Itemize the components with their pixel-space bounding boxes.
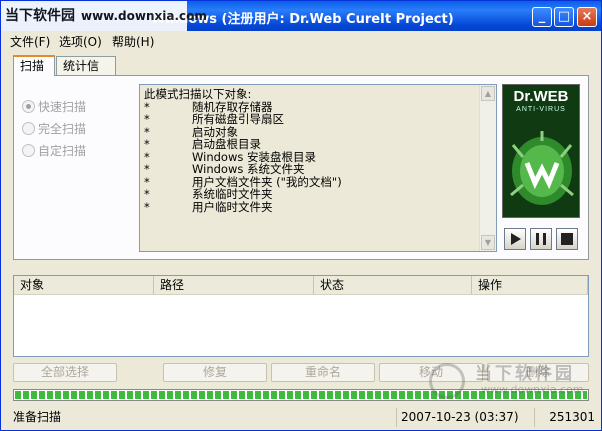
results-list[interactable]: 对象 路径 状态 操作 bbox=[13, 275, 589, 357]
info-item: * 用户临时文件夹 bbox=[144, 199, 273, 214]
play-button[interactable] bbox=[504, 228, 526, 250]
radio-dot-icon bbox=[22, 100, 35, 113]
col-status[interactable]: 状态 bbox=[314, 276, 472, 294]
radio-label: 完全扫描 bbox=[38, 122, 87, 136]
stop-icon bbox=[561, 233, 573, 245]
radio-dot-icon bbox=[22, 122, 35, 135]
drweb-logo: Dr.WEB ANTI-VIRUS bbox=[502, 84, 580, 218]
stop-button[interactable] bbox=[556, 228, 578, 250]
pause-icon bbox=[536, 233, 546, 245]
info-lines: 此模式扫描以下对象: * 随机存取存储器 * 所有磁盘引导扇区 * 启动对象 * 启动盘… bbox=[144, 88, 342, 213]
radio-label: 自定扫描 bbox=[38, 144, 87, 158]
status-date: 2007-10-23 (03:37) bbox=[397, 408, 535, 427]
status-text: 准备扫描 bbox=[9, 408, 397, 427]
radio-full-scan[interactable]: 完全扫描 bbox=[22, 120, 86, 137]
col-action[interactable]: 操作 bbox=[472, 276, 588, 294]
col-path[interactable]: 路径 bbox=[154, 276, 314, 294]
watermark-url: www.downxia.com bbox=[81, 9, 207, 23]
logo-brand: Dr.WEB bbox=[513, 88, 569, 105]
play-icon bbox=[511, 233, 521, 245]
list-header: 对象 路径 状态 操作 bbox=[14, 276, 588, 295]
tab-scan[interactable]: 扫描 bbox=[13, 55, 55, 76]
select-all-button[interactable]: 全部选择 bbox=[13, 363, 117, 382]
maximize-button[interactable]: □ bbox=[554, 7, 574, 27]
tab-statistics[interactable]: 统计信息 bbox=[56, 56, 116, 92]
watermark-top: 当下软件园 www.downxia.com bbox=[1, 1, 207, 31]
menu-help[interactable]: 帮助(H) bbox=[112, 33, 154, 50]
scroll-up-icon[interactable]: ▲ bbox=[481, 86, 495, 101]
watermark-name: 当下软件园 bbox=[475, 364, 575, 384]
menu-file[interactable]: 文件(F) bbox=[10, 33, 50, 50]
minimize-button[interactable]: _ bbox=[532, 7, 552, 27]
watermark-circle-icon bbox=[429, 363, 465, 399]
watermark-logo: 当下软件园 bbox=[5, 8, 75, 24]
pause-button[interactable] bbox=[530, 228, 552, 250]
status-bar: 准备扫描 2007-10-23 (03:37) 251301 bbox=[1, 405, 601, 430]
scroll-down-icon[interactable]: ▼ bbox=[481, 235, 495, 250]
watermark-bottom-right: 当下软件园 www.downxia.com bbox=[429, 359, 599, 405]
menu-options[interactable]: 选项(O) bbox=[59, 33, 102, 50]
menu-bar: 文件(F) 选项(O) 帮助(H) bbox=[1, 31, 601, 49]
col-object[interactable]: 对象 bbox=[14, 276, 154, 294]
radio-quick-scan[interactable]: 快速扫描 bbox=[22, 98, 86, 115]
close-button[interactable]: × bbox=[577, 7, 597, 27]
title-bar[interactable]: Windows (注册用户: Dr.Web CureIt Project) 当下… bbox=[1, 1, 601, 31]
logo-sub: ANTI-VIRUS bbox=[516, 106, 566, 113]
radio-label: 快速扫描 bbox=[38, 100, 87, 114]
status-count: 251301 bbox=[549, 410, 595, 424]
rename-button[interactable]: 重命名 bbox=[271, 363, 375, 382]
app-window: Windows (注册用户: Dr.Web CureIt Project) 当下… bbox=[0, 0, 602, 431]
repair-button[interactable]: 修复 bbox=[163, 363, 267, 382]
scan-info-box: 此模式扫描以下对象: * 随机存取存储器 * 所有磁盘引导扇区 * 启动对象 * 启动盘… bbox=[139, 84, 497, 252]
radio-custom-scan[interactable]: 自定扫描 bbox=[22, 142, 86, 159]
info-scrollbar[interactable]: ▲ ▼ bbox=[479, 85, 496, 251]
watermark-url-bottom: www.downxia.com bbox=[481, 383, 584, 396]
scan-panel: 快速扫描 完全扫描 自定扫描 此模式扫描以下对象: * 随机存取存储器 * 所有磁盘… bbox=[13, 75, 589, 260]
radio-dot-icon bbox=[22, 144, 35, 157]
info-item: * 所有磁盘引导扇区 bbox=[144, 112, 284, 126]
